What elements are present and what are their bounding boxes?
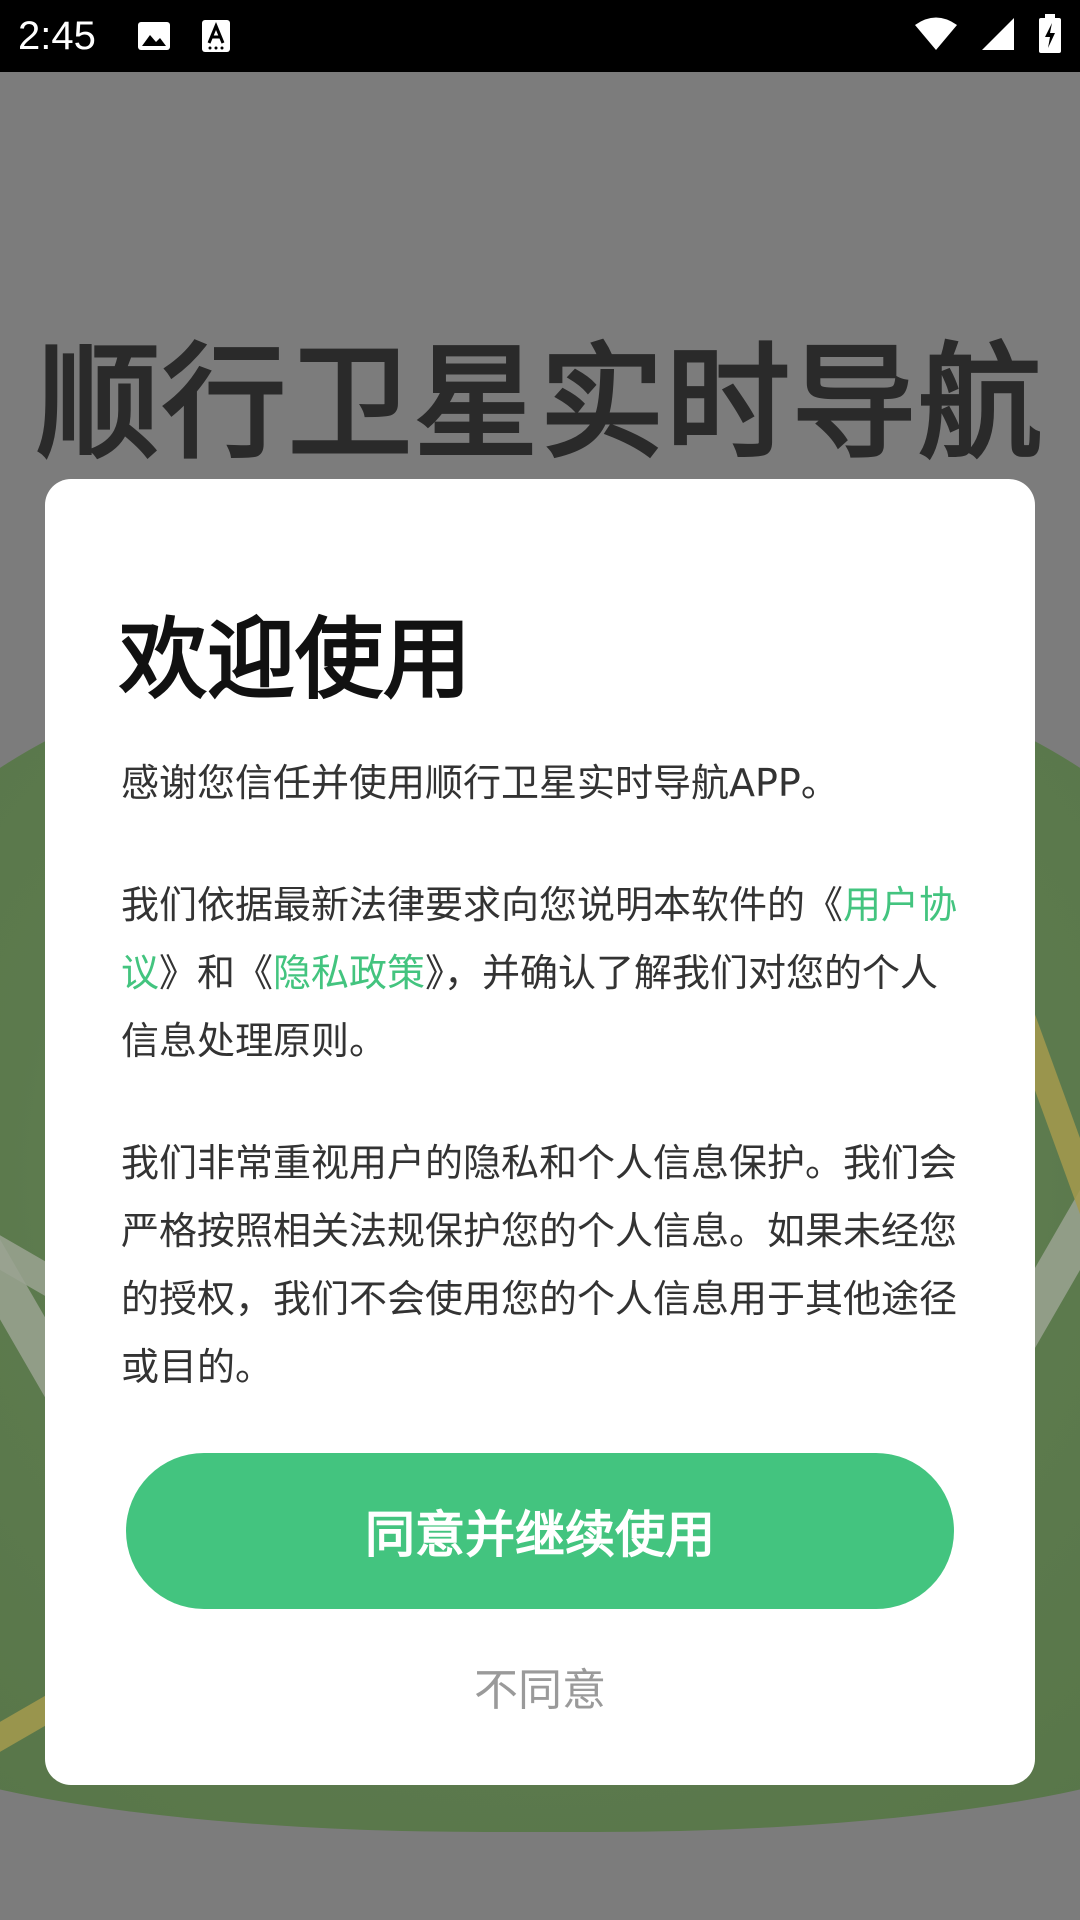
- dialog-title: 欢迎使用: [119, 608, 472, 711]
- status-bar: 2:45: [0, 0, 1080, 72]
- signal-icon: [980, 16, 1016, 56]
- privacy-policy-link[interactable]: 隐私政策: [273, 951, 425, 995]
- privacy-dialog: 欢迎使用 感谢您信任并使用顺行卫星实时导航APP。 我们依据最新法律要求向您说明…: [45, 479, 1035, 1785]
- status-time: 2:45: [18, 13, 96, 58]
- paragraph-agreement: 我们依据最新法律要求向您说明本软件的《用户协议》和《隐私政策》，并确认了解我们对…: [121, 871, 961, 1075]
- app-title: 顺行卫星实时导航: [35, 332, 1044, 476]
- agreement-prefix: 我们依据最新法律要求向您说明本软件的《: [121, 883, 844, 927]
- disagree-button[interactable]: 不同意: [45, 1651, 1035, 1721]
- agree-continue-button[interactable]: 同意并继续使用: [126, 1453, 954, 1609]
- paragraph-thanks: 感谢您信任并使用顺行卫星实时导航APP。: [121, 761, 839, 805]
- image-notification-icon: [136, 18, 172, 54]
- wifi-icon: [914, 16, 958, 56]
- text-a-notification-icon: [198, 18, 234, 54]
- agreement-middle: 》和《: [159, 951, 274, 995]
- dialog-body: 感谢您信任并使用顺行卫星实时导航APP。 我们依据最新法律要求向您说明本软件的《…: [121, 749, 961, 1455]
- battery-charging-icon: [1038, 14, 1062, 58]
- paragraph-privacy: 我们非常重视用户的隐私和个人信息保护。我们会严格按照相关法规保护您的个人信息。如…: [121, 1141, 958, 1389]
